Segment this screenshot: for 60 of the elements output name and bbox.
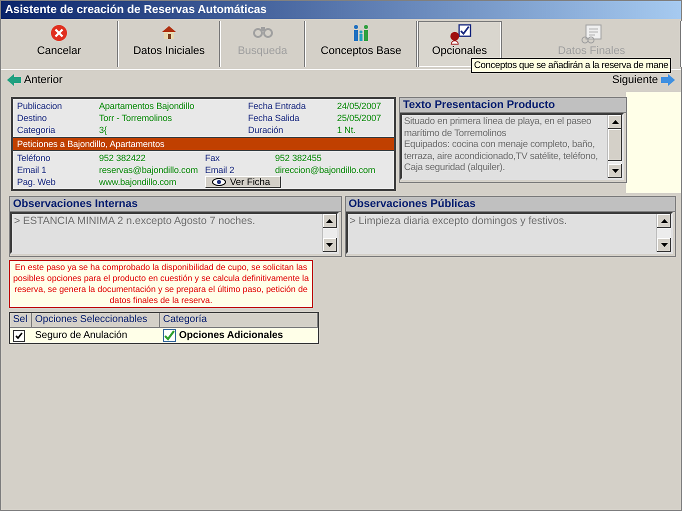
up-arrow-icon [660, 219, 668, 223]
observations-text: > Limpieza diaria excepto domingos y festivos. [348, 214, 568, 229]
scrollbar[interactable] [656, 214, 671, 252]
cancel-icon [50, 24, 68, 42]
view-button[interactable]: Ver Ficha [205, 176, 281, 188]
field-value: Torr - Torremolinos [99, 112, 173, 124]
table-cell: Opciones Adicionales [179, 330, 284, 342]
presentation-text: Situado en primera línea de playa, en el paseo marítimo de Torremolinos Equipados: cocina con menaje completo, baño, terraza, aire acondicionado,TV satélite, teléfono, Caja seguridad (alquiler). [403, 115, 599, 175]
field-value: Apartamentos Bajondillo [99, 100, 196, 112]
field-value: 1 Nt. [337, 124, 357, 136]
field-label: Categoria [17, 124, 56, 136]
field-value: www.bajondillo.com [99, 176, 178, 188]
field-value: direccion@bajondillo.com [275, 164, 376, 176]
field-label: Duración [248, 124, 284, 136]
window-title: Asistente de creación de Reservas Automáticas [1, 1, 681, 19]
toolbar-button[interactable]: Conceptos Base [306, 21, 417, 67]
field-value: 24/05/2007 [337, 100, 382, 112]
field-label: Email 2 [205, 164, 236, 176]
back-button[interactable]: Anterior [7, 74, 63, 86]
banner: Peticiones a Bajondillo, Apartamentos [13, 137, 394, 151]
column-header: Opciones Seleccionables [32, 313, 160, 328]
down-arrow-icon [660, 243, 668, 247]
field-label: Teléfono [17, 152, 52, 164]
table-cell: Seguro de Anulación [32, 328, 160, 343]
field-value: 3{ [99, 124, 108, 136]
field-value: 952 382422 [99, 152, 147, 164]
eye-icon [212, 178, 226, 186]
field-label: Destino [17, 112, 48, 124]
field-label: Fax [205, 152, 221, 164]
field-label: Pag. Web [17, 176, 57, 188]
column-header: Sel [10, 313, 32, 328]
next-button[interactable]: Siguiente [612, 74, 675, 86]
house-icon [161, 24, 177, 40]
right-arrow-icon [661, 74, 675, 86]
field-label: Fecha Salida [248, 112, 300, 124]
document-icon [580, 24, 602, 44]
up-arrow-icon [612, 120, 618, 124]
checkbox[interactable] [13, 330, 25, 342]
scrollbar[interactable] [322, 214, 336, 252]
down-arrow-icon [326, 243, 333, 247]
scrollbar[interactable] [607, 115, 622, 178]
field-label: Fecha Entrada [248, 100, 307, 112]
column-header: Categoría [160, 313, 318, 328]
people-icon [351, 24, 371, 42]
left-arrow-icon [7, 74, 21, 86]
field-label: Email 1 [17, 164, 48, 176]
panel-title: Texto Presentacion Producto [400, 98, 626, 113]
toolbar-button[interactable]: Datos Iniciales [119, 21, 220, 67]
down-arrow-icon [612, 169, 618, 173]
panel-title: Observaciones Públicas [346, 197, 675, 212]
binoculars-icon [252, 24, 272, 38]
panel-title: Observaciones Internas [10, 197, 340, 212]
field-value: reservas@bajondillo.com [99, 164, 199, 176]
tooltip: Conceptos que se añadirán a la reserva de mane [471, 58, 672, 73]
observations-text: > ESTANCIA MINIMA 2 n.excepto Agosto 7 noches. [13, 214, 256, 229]
info-note: En este paso ya se ha comprobado la disponibilidad de cupo, se solicitan las posibles opciones para el producto en cuestión y se calcula definitivamente la reserva, se genera la documentación y se prepara el último paso, petición de datos finales de la reserva. [9, 260, 313, 308]
field-value: 25/05/2007 [337, 112, 382, 124]
field-label: Publicacion [17, 100, 63, 112]
up-arrow-icon [326, 219, 333, 223]
field-value: 952 382455 [275, 152, 323, 164]
